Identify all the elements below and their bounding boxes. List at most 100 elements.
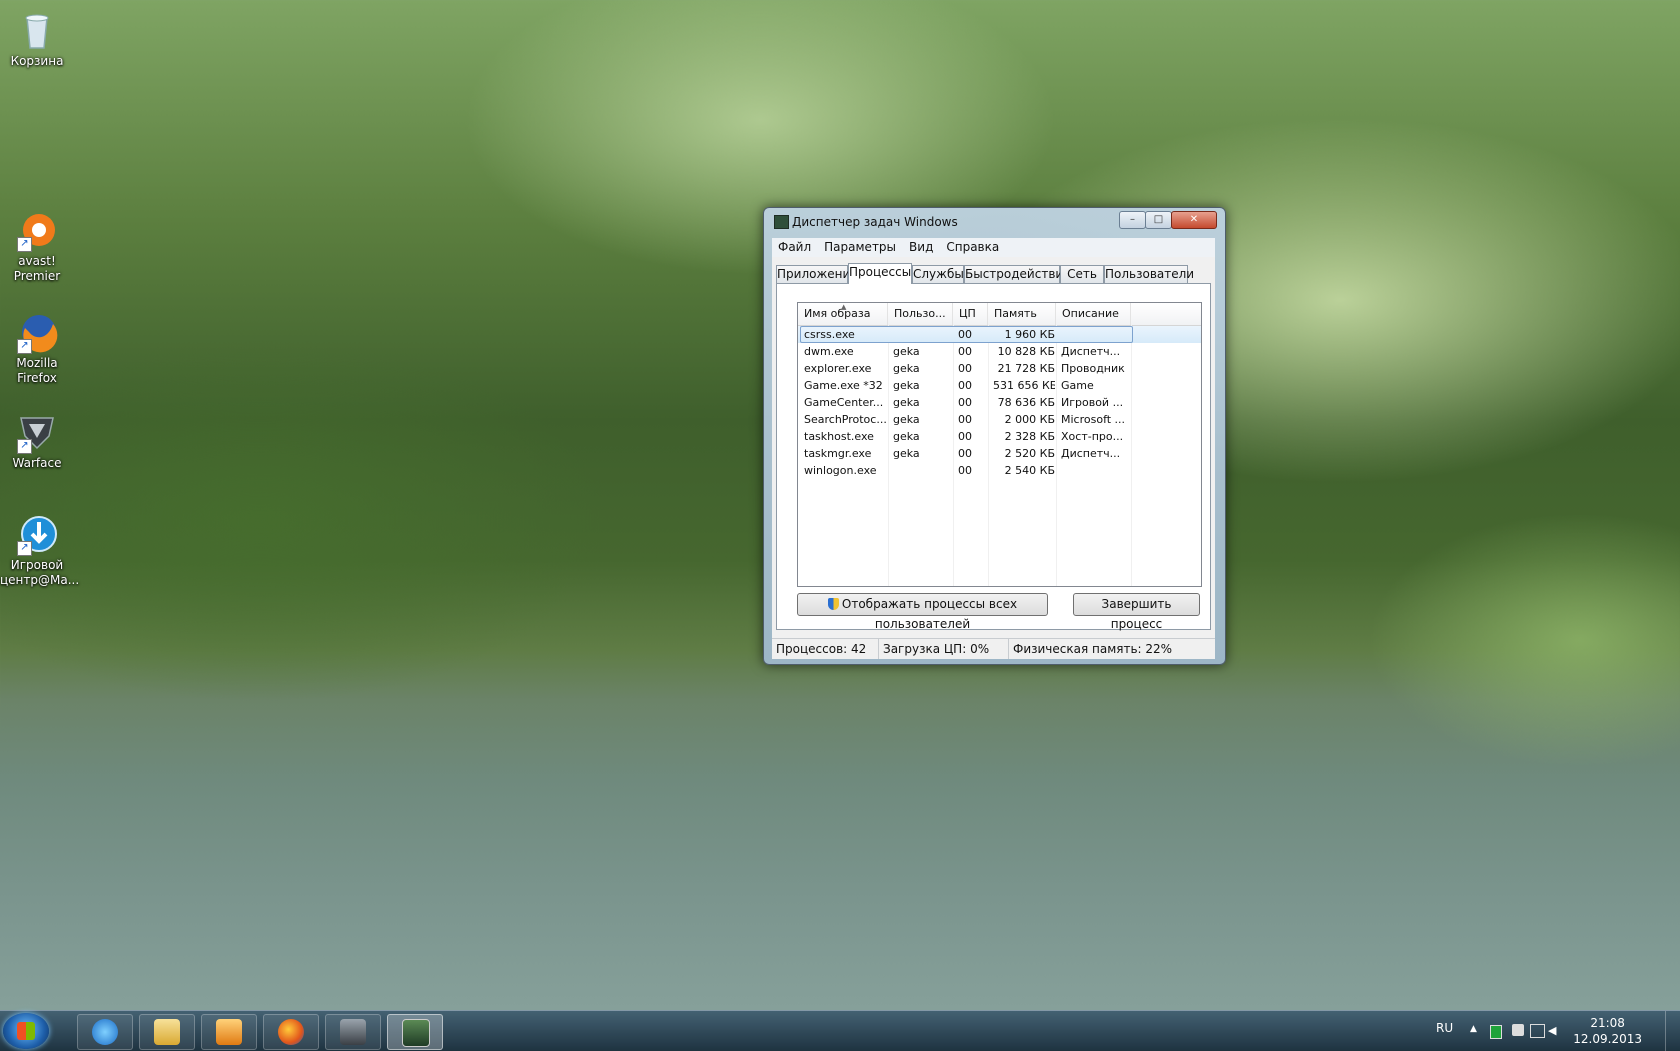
desktop-icon-firefox[interactable]: ↗ Mozilla Firefox	[0, 310, 74, 386]
firefox-icon	[278, 1019, 304, 1045]
process-memory-cell: 2 000 КБ	[1004, 413, 1055, 426]
tab-performance[interactable]: Быстродействие	[964, 265, 1071, 283]
taskbar-task-manager[interactable]	[387, 1014, 443, 1050]
start-button[interactable]	[3, 1013, 49, 1049]
tab-processes[interactable]: Процессы	[848, 263, 912, 284]
process-user-cell: geka	[893, 447, 920, 460]
process-list-header: ▲ Имя образа Пользо... ЦП Память (... Оп…	[798, 303, 1201, 342]
tab-services[interactable]: Службы	[912, 265, 964, 283]
process-description-cell: Диспетч...	[1061, 447, 1121, 460]
table-row[interactable]: taskmgr.exe geka 00 2 520 КБ Диспетч...	[798, 445, 1201, 462]
taskbar-clock[interactable]: 21:08 12.09.2013	[1573, 1015, 1642, 1047]
process-name-cell: taskhost.exe	[804, 430, 874, 443]
window-client-area: Приложения Процессы Службы Быстродействи…	[772, 257, 1215, 638]
game-center-icon: ↗	[15, 512, 59, 556]
close-button[interactable]: ✕	[1171, 211, 1217, 229]
menu-bar: Файл Параметры Вид Справка	[772, 238, 1215, 258]
process-cpu-cell: 00	[958, 362, 972, 375]
process-cpu-cell: 00	[958, 413, 972, 426]
column-header-user[interactable]: Пользо...	[888, 303, 953, 325]
process-cpu-cell: 00	[958, 396, 972, 409]
process-cpu-cell: 00	[958, 430, 972, 443]
column-header-cpu[interactable]: ЦП	[953, 303, 988, 325]
process-memory-cell: 2 540 КБ	[1004, 464, 1055, 477]
volume-icon[interactable]: ◀	[1548, 1024, 1556, 1037]
tab-users[interactable]: Пользователи	[1104, 265, 1194, 283]
table-row[interactable]: csrss.exe 00 1 960 КБ	[798, 326, 1201, 343]
process-description-cell: Игровой ...	[1061, 396, 1124, 409]
process-user-cell: geka	[893, 345, 920, 358]
table-row[interactable]: GameCenter... geka 00 78 636 КБ Игровой ...	[798, 394, 1201, 411]
taskbar-media-player[interactable]	[201, 1014, 257, 1050]
shortcut-arrow-icon: ↗	[17, 237, 32, 252]
task-manager-icon	[402, 1019, 430, 1047]
internet-explorer-icon	[92, 1019, 118, 1045]
process-memory-cell: 21 728 КБ	[997, 362, 1055, 375]
process-description-cell: Диспетч...	[1061, 345, 1121, 358]
tray-app-icon[interactable]	[1490, 1025, 1502, 1039]
table-row[interactable]: SearchProtoc... geka 00 2 000 КБ Microsoft .…	[798, 411, 1201, 428]
process-name-cell: GameCenter...	[804, 396, 884, 409]
taskbar-explorer[interactable]	[139, 1014, 195, 1050]
desktop-icon-warface[interactable]: ↗ Warface	[0, 410, 74, 471]
title-bar[interactable]: Диспетчер задач Windows – □ ✕	[764, 208, 1225, 234]
taskbar-firefox[interactable]	[263, 1014, 319, 1050]
avast-icon: ↗	[15, 208, 59, 252]
processes-panel: ▲ Имя образа Пользо... ЦП Память (... Оп…	[776, 283, 1211, 631]
taskbar-warface[interactable]	[325, 1014, 381, 1050]
tab-network[interactable]: Сеть	[1060, 265, 1104, 283]
process-description-cell: Хост-про...	[1061, 430, 1124, 443]
shortcut-arrow-icon: ↗	[17, 439, 32, 454]
process-name-cell: taskmgr.exe	[804, 447, 872, 460]
minimize-button[interactable]: –	[1119, 211, 1146, 229]
process-list[interactable]: ▲ Имя образа Пользо... ЦП Память (... Оп…	[797, 302, 1202, 587]
table-row[interactable]: dwm.exe geka 00 10 828 КБ Диспетч...	[798, 343, 1201, 360]
shortcut-arrow-icon: ↗	[17, 339, 32, 354]
desktop-icon-label: avast! Premier	[13, 254, 61, 283]
media-player-icon	[216, 1019, 242, 1045]
explorer-folder-icon	[154, 1019, 180, 1045]
taskbar-internet-explorer[interactable]	[77, 1014, 133, 1050]
show-all-processes-label: Отображать процессы всех пользователей	[841, 597, 1018, 631]
desktop-icon-label: Корзина	[10, 54, 64, 68]
show-all-processes-button[interactable]: Отображать процессы всех пользователей	[797, 593, 1048, 631]
column-header-image-name[interactable]: ▲ Имя образа	[798, 303, 888, 325]
menu-help[interactable]: Справка	[940, 238, 1006, 254]
network-icon[interactable]	[1530, 1024, 1545, 1038]
process-cpu-cell: 00	[958, 464, 972, 477]
table-row[interactable]: taskhost.exe geka 00 2 328 КБ Хост-про...	[798, 428, 1201, 445]
end-process-button[interactable]: Завершить процесс	[1073, 593, 1200, 631]
table-row[interactable]: winlogon.exe 00 2 540 КБ	[798, 462, 1201, 479]
table-row[interactable]: explorer.exe geka 00 21 728 КБ Проводник	[798, 360, 1201, 377]
process-memory-cell: 78 636 КБ	[997, 396, 1055, 409]
tab-applications[interactable]: Приложения	[776, 265, 858, 283]
desktop-icon-label: Warface	[12, 456, 62, 470]
process-memory-cell: 2 520 КБ	[1004, 447, 1055, 460]
desktop-icon-game-center[interactable]: ↗ Игровой центр@Ma...	[0, 512, 80, 588]
maximize-button[interactable]: □	[1145, 211, 1172, 229]
show-hidden-icons-icon[interactable]: ▲	[1470, 1024, 1477, 1034]
uac-shield-icon	[827, 598, 839, 610]
column-header-label: Имя образа	[804, 307, 871, 320]
desktop-icon-avast[interactable]: ↗ avast! Premier	[0, 208, 74, 284]
system-tray: RU ▲ ◀	[1430, 1011, 1560, 1051]
menu-options[interactable]: Параметры	[818, 238, 903, 254]
desktop-icon-recycle-bin[interactable]: Корзина	[0, 8, 74, 69]
language-indicator[interactable]: RU	[1436, 1021, 1453, 1035]
status-bar: Процессов: 42 Загрузка ЦП: 0% Физическая…	[772, 638, 1215, 659]
process-description-cell: Game	[1061, 379, 1094, 392]
column-header-description[interactable]: Описание	[1056, 303, 1131, 325]
action-center-icon[interactable]	[1512, 1024, 1524, 1036]
table-row[interactable]: Game.exe *32 geka 00 531 656 КБ Game	[798, 377, 1201, 394]
warface-icon: ↗	[15, 410, 59, 454]
clock-date: 12.09.2013	[1573, 1032, 1642, 1046]
status-memory: Физическая память: 22%	[1013, 642, 1173, 656]
menu-file[interactable]: Файл	[772, 238, 818, 254]
column-header-memory[interactable]: Память (...	[988, 303, 1056, 342]
show-desktop-button[interactable]	[1665, 1011, 1680, 1051]
menu-view[interactable]: Вид	[903, 238, 940, 254]
clock-time: 21:08	[1590, 1016, 1625, 1030]
recycle-bin-icon	[15, 8, 59, 52]
process-name-cell: winlogon.exe	[804, 464, 877, 477]
desktop-icon-label: Игровой центр@Ma...	[0, 558, 80, 587]
